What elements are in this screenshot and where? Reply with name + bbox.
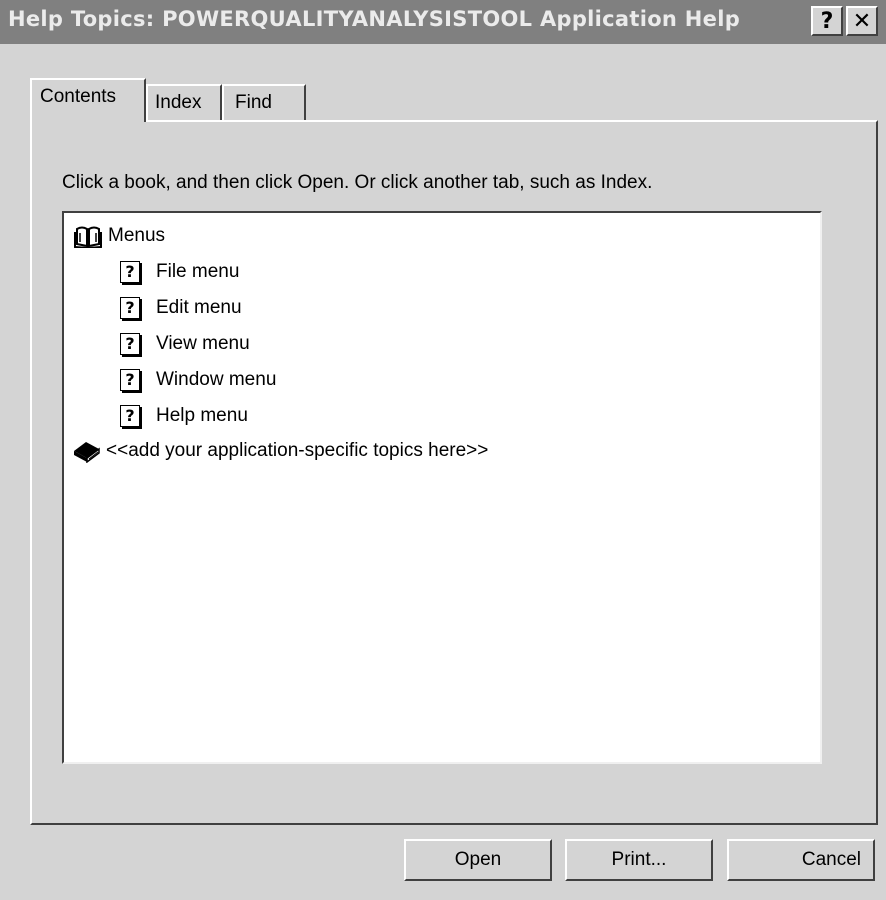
cancel-button[interactable]: Cancel (727, 839, 875, 881)
title-bar[interactable]: Help Topics: POWERQUALITYANALYSISTOOL Ap… (0, 0, 886, 44)
help-page-icon: ? (120, 261, 140, 283)
tree-item-label: Help menu (156, 405, 248, 426)
question-mark-icon: ? (820, 8, 834, 34)
tab-find-label: Find (235, 92, 272, 113)
tree-item-window-menu[interactable]: ? Window menu (120, 365, 276, 395)
tree-item-help-menu[interactable]: ? Help menu (120, 401, 248, 431)
tree-item-label: View menu (156, 333, 250, 354)
tree-item-file-menu[interactable]: ? File menu (120, 257, 239, 287)
help-topics-window: Help Topics: POWERQUALITYANALYSISTOOL Ap… (0, 0, 886, 900)
context-help-button[interactable]: ? (811, 6, 843, 36)
print-button[interactable]: Print... (565, 839, 713, 881)
tab-find[interactable]: Find (222, 84, 306, 120)
tab-index-label: Index (155, 92, 202, 113)
instruction-text: Click a book, and then click Open. Or cl… (62, 172, 653, 193)
tree-item-edit-menu[interactable]: ? Edit menu (120, 293, 242, 323)
tree-item-label: <<add your application-specific topics h… (106, 440, 489, 461)
help-page-icon: ? (120, 297, 140, 319)
contents-tree[interactable]: Menus ? File menu ? Edit menu ? View men… (62, 211, 822, 764)
tree-item-app-topics[interactable]: <<add your application-specific topics h… (72, 436, 488, 466)
tree-item-label: Edit menu (156, 297, 242, 318)
help-page-icon: ? (120, 369, 140, 391)
tree-item-label: File menu (156, 261, 240, 282)
close-button[interactable]: ✕ (846, 6, 878, 36)
tree-item-menus[interactable]: Menus (74, 221, 165, 251)
open-button[interactable]: Open (404, 839, 552, 881)
help-page-icon: ? (120, 405, 140, 427)
closed-book-icon (74, 442, 100, 463)
tab-contents-label: Contents (40, 86, 117, 107)
tree-item-label: Menus (108, 225, 166, 246)
window-title: Help Topics: POWERQUALITYANALYSISTOOL Ap… (8, 7, 741, 31)
tree-item-label: Window menu (156, 369, 277, 390)
help-page-icon: ? (120, 333, 140, 355)
tab-contents[interactable]: Contents (30, 78, 146, 122)
tree-item-view-menu[interactable]: ? View menu (120, 329, 250, 359)
close-icon: ✕ (852, 8, 872, 34)
tab-index[interactable]: Index (146, 84, 222, 120)
open-book-icon (74, 226, 102, 248)
